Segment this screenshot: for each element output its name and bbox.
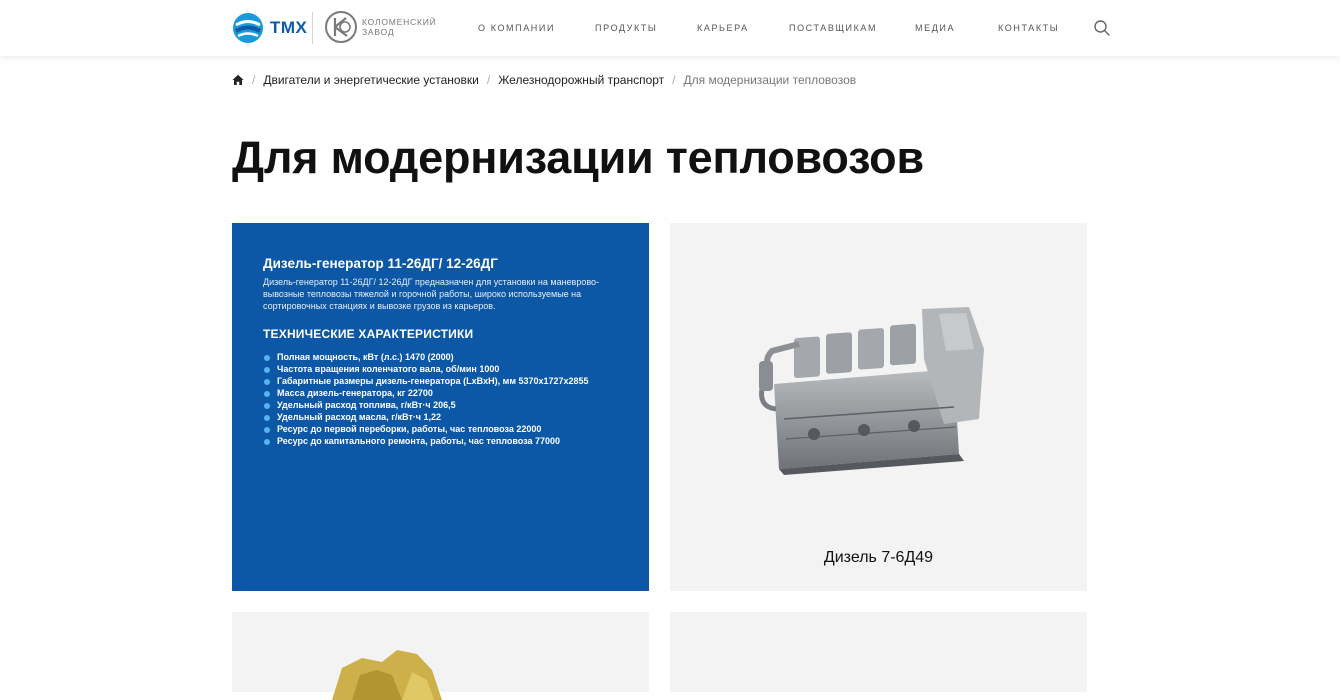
product-card[interactable]: Дизель 7-6Д49 — [670, 223, 1087, 591]
breadcrumb-railway[interactable]: Железнодорожный транспорт — [498, 73, 664, 87]
breadcrumb-current: Для модернизации тепловозов — [683, 73, 857, 87]
breadcrumb-engines[interactable]: Двигатели и энергетические установки — [263, 73, 479, 87]
nav-item-suppliers[interactable]: ПОСТАВЩИКАМ — [789, 23, 877, 33]
search-icon[interactable] — [1093, 19, 1111, 37]
specs-heading: ТЕХНИЧЕСКИЕ ХАРАКТЕРИСТИКИ — [263, 327, 474, 341]
tmx-logo[interactable]: ТМХ — [232, 12, 307, 44]
generator-image — [332, 650, 442, 700]
spec-item: Частота вращения коленчатого вала, об/ми… — [263, 363, 618, 375]
product-name: Дизель 7-6Д49 — [823, 549, 934, 566]
breadcrumb-separator: / — [486, 73, 491, 87]
spec-item: Полная мощность, кВт (л.с.) 1470 (2000) — [263, 351, 618, 363]
nav-item-products[interactable]: ПРОДУКТЫ — [595, 23, 658, 33]
spec-item: Удельный расход топлива, г/кВт·ч 206,5 — [263, 399, 618, 411]
kolomna-logo-line1: Коломенский — [362, 17, 437, 27]
page-title: Для модернизации тепловозов — [232, 132, 924, 183]
spec-item: Ресурс до капитального ремонта, работы, … — [263, 435, 618, 447]
info-card-description: Дизель-генератор 11-26ДГ/ 12-26ДГ предна… — [263, 277, 600, 311]
tmx-logo-icon — [233, 13, 263, 43]
site-header: ТМХ Коломенский завод О КОМПАНИИ ПРОДУКТ… — [0, 0, 1340, 56]
nav-item-about[interactable]: О КОМПАНИИ — [478, 23, 555, 33]
kolomna-logo-line2: завод — [362, 27, 395, 37]
spec-item: Ресурс до первой переборки, работы, час … — [263, 423, 618, 435]
specs-list: Полная мощность, кВт (л.с.) 1470 (2000) … — [263, 351, 618, 447]
breadcrumb-separator: / — [672, 73, 676, 87]
spec-item: Удельный расход масла, г/кВт·ч 1,22 — [263, 411, 618, 423]
kolomna-logo-text: Коломенский завод — [362, 17, 437, 37]
spec-item: Масса дизель-генератора, кг 22700 — [263, 387, 618, 399]
nav-item-media[interactable]: МЕДИА — [915, 23, 955, 33]
nav-item-career[interactable]: КАРЬЕРА — [697, 23, 749, 33]
breadcrumb-separator: / — [252, 73, 256, 87]
engine-image — [759, 307, 984, 475]
kolomna-logo-icon — [325, 11, 357, 43]
info-card-title: Дизель-генератор 11-26ДГ/ 12-26ДГ — [263, 256, 498, 271]
breadcrumb: / Двигатели и энергетические установки /… — [232, 73, 856, 87]
product-info-card[interactable]: Дизель-генератор 11-26ДГ/ 12-26ДГ Дизель… — [232, 223, 649, 591]
kolomna-logo[interactable]: Коломенский завод — [324, 10, 437, 44]
tmx-logo-text: ТМХ — [270, 18, 308, 37]
spec-item: Габаритные размеры дизель-генератора (Lx… — [263, 375, 618, 387]
product-card[interactable] — [670, 612, 1087, 692]
home-icon[interactable] — [232, 74, 244, 86]
logo-divider — [312, 12, 313, 44]
nav-item-contacts[interactable]: КОНТАКТЫ — [998, 23, 1059, 33]
product-card[interactable] — [232, 612, 649, 700]
